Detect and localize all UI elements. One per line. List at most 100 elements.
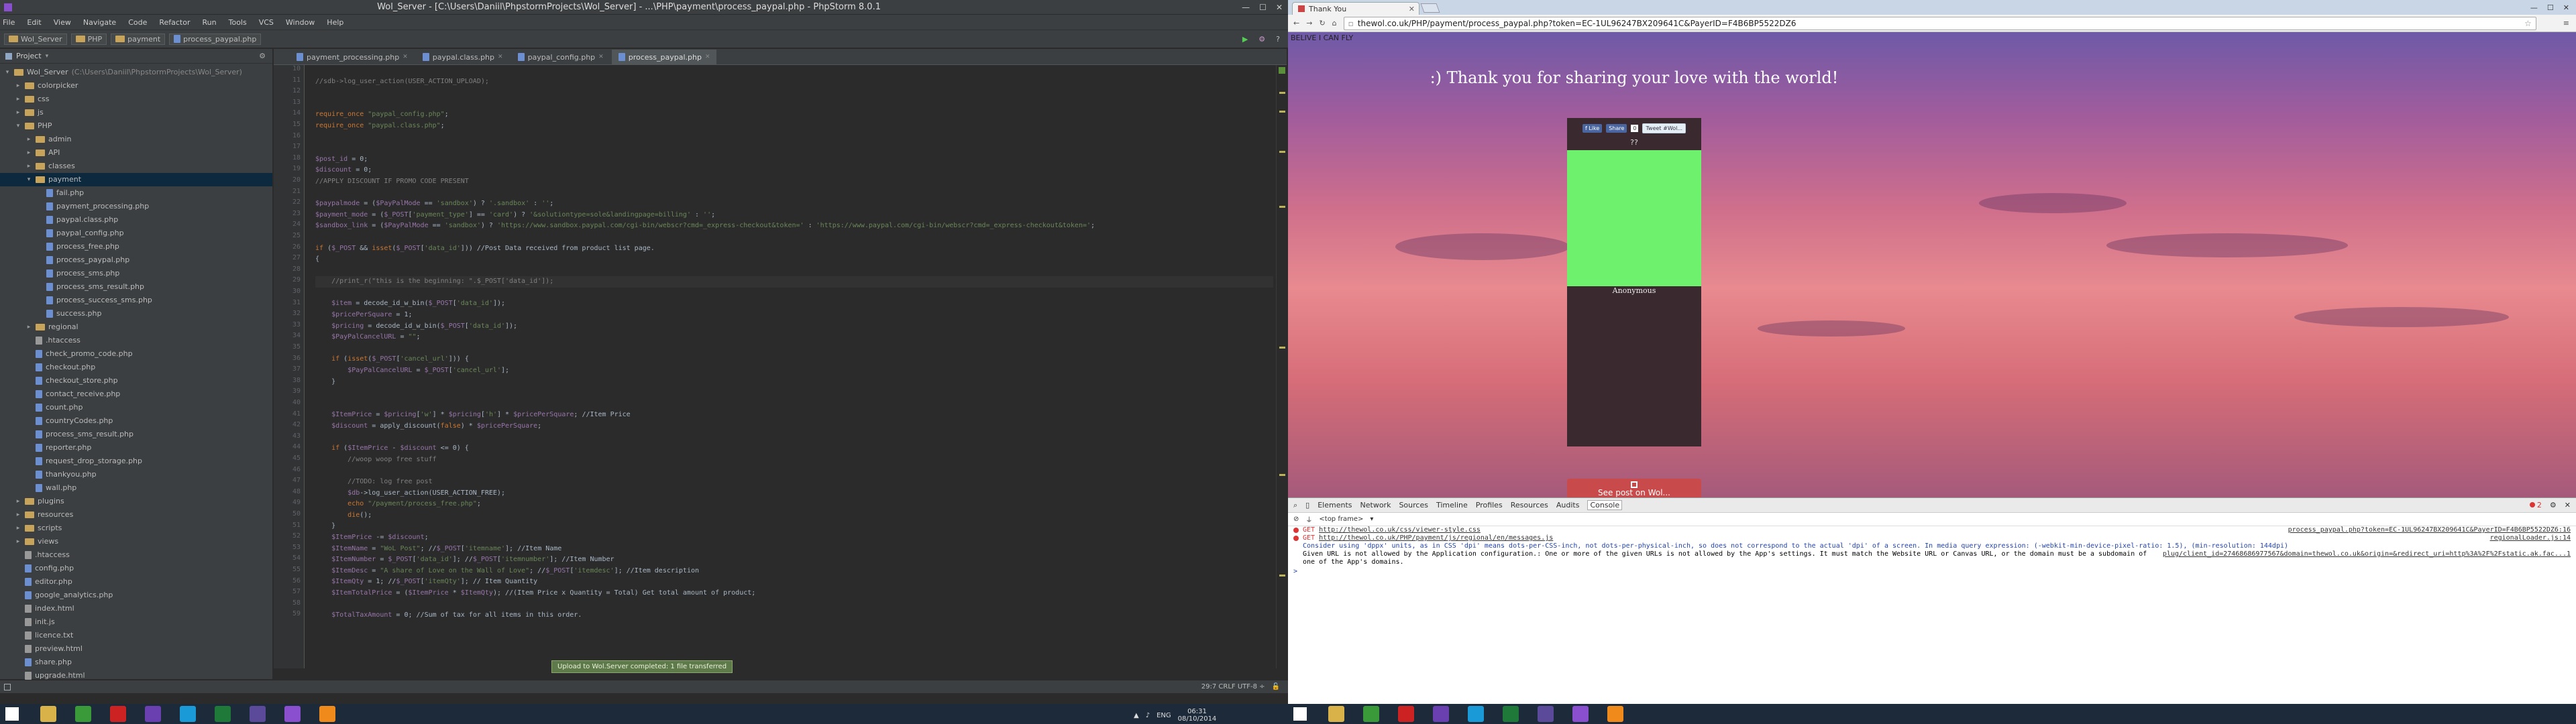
- tree-file[interactable]: payment_processing.php: [0, 200, 272, 213]
- breadcrumb-payment[interactable]: payment: [111, 33, 166, 45]
- browser-tab[interactable]: Thank You ✕: [1292, 2, 1419, 15]
- code-line[interactable]: $ItemNumber = $_POST['data_id']; //$_POS…: [315, 554, 1273, 566]
- menu-tools[interactable]: Tools: [229, 18, 247, 27]
- settings-gear-icon[interactable]: ⚙: [2550, 501, 2557, 509]
- menu-run[interactable]: Run: [203, 18, 217, 27]
- tree-folder[interactable]: ▾ payment: [0, 173, 272, 186]
- device-mode-icon[interactable]: ▯: [1305, 501, 1309, 509]
- clear-console-icon[interactable]: ⊘: [1293, 516, 1299, 523]
- menu-icon[interactable]: ≡: [2563, 19, 2569, 27]
- code-line[interactable]: [315, 599, 1273, 611]
- code-line[interactable]: die();: [315, 510, 1273, 522]
- tray-arrow-icon[interactable]: ▲: [1134, 712, 1139, 719]
- code-line[interactable]: $discount = apply_discount(false) * $pri…: [315, 421, 1273, 432]
- code-line[interactable]: [315, 132, 1273, 143]
- tree-file[interactable]: index.html: [0, 602, 272, 615]
- tree-file[interactable]: success.php: [0, 307, 272, 320]
- see-post-button[interactable]: See post on Wol...: [1567, 479, 1701, 497]
- code-line[interactable]: $pricing = decode_id_w_bin($_POST['data_…: [315, 321, 1273, 333]
- code-line[interactable]: if ($_POST && isset($_POST['data_id'])) …: [315, 243, 1273, 255]
- code-line[interactable]: [315, 87, 1273, 99]
- devtools-tab-audits[interactable]: Audits: [1556, 501, 1580, 509]
- tree-file[interactable]: contact_receive.php: [0, 387, 272, 401]
- console-url-link[interactable]: http://thewol.co.uk/css/viewer-style.css: [1319, 526, 1481, 534]
- filter-icon[interactable]: ⏚: [1305, 514, 1312, 524]
- minimize-icon[interactable]: —: [1242, 3, 1250, 12]
- home-icon[interactable]: ⌂: [1332, 19, 1337, 27]
- error-count-badge[interactable]: 2: [2529, 501, 2542, 509]
- code-line[interactable]: if ($ItemPrice - $discount <= 0) {: [315, 443, 1273, 455]
- code-line[interactable]: $PayPalCancelURL = $_POST['cancel_url'];: [315, 365, 1273, 377]
- tree-file[interactable]: paypal.class.php: [0, 213, 272, 227]
- chrome-icon[interactable]: [1363, 706, 1379, 722]
- tree-file[interactable]: checkout.php: [0, 361, 272, 374]
- skype-icon[interactable]: [180, 706, 196, 722]
- menu-vcs[interactable]: VCS: [259, 18, 274, 27]
- code-line[interactable]: [315, 188, 1273, 199]
- code-line[interactable]: [315, 65, 1273, 76]
- close-tab-icon[interactable]: ✕: [498, 54, 503, 60]
- devtools-tab-timeline[interactable]: Timeline: [1436, 501, 1468, 509]
- code-line[interactable]: $payment_mode = ($_POST['payment_type'] …: [315, 210, 1273, 221]
- code-line[interactable]: $sandbox_link = ($PayPalMode == 'sandbox…: [315, 221, 1273, 232]
- explorer-icon[interactable]: [1328, 706, 1344, 722]
- tree-folder[interactable]: ▸ scripts: [0, 522, 272, 535]
- code-line[interactable]: $ItemQty = 1; //$_POST['itemQty']; // It…: [315, 577, 1273, 588]
- facebook-like-button[interactable]: f Like: [1582, 123, 1603, 133]
- collapsed-arrow-icon[interactable]: ▸: [15, 79, 21, 93]
- explorer-icon[interactable]: [40, 706, 56, 722]
- code-line[interactable]: $paypalmode = ($PayPalMode == 'sandbox')…: [315, 198, 1273, 210]
- menu-edit[interactable]: Edit: [27, 18, 41, 27]
- code-line[interactable]: if (isset($_POST['cancel_url'])) {: [315, 354, 1273, 365]
- phpstorm-icon[interactable]: [284, 706, 301, 722]
- warning-mark[interactable]: [1279, 474, 1285, 476]
- close-tab-icon[interactable]: ✕: [598, 54, 604, 60]
- collapsed-arrow-icon[interactable]: ▸: [15, 535, 21, 548]
- address-bar[interactable]: ▫ thewol.co.uk/PHP/payment/process_paypa…: [1343, 16, 2536, 30]
- tree-file[interactable]: licence.txt: [0, 629, 272, 642]
- tree-file[interactable]: paypal_config.php: [0, 227, 272, 240]
- tree-folder[interactable]: ▸ plugins: [0, 495, 272, 508]
- opera-icon[interactable]: [110, 706, 126, 722]
- editor-tab[interactable]: process_paypal.php ✕: [611, 50, 717, 64]
- editor-tab[interactable]: paypal.class.php ✕: [415, 50, 510, 64]
- close-icon[interactable]: ✕: [2565, 501, 2571, 509]
- code-line[interactable]: //print_r("this is the beginning: ".$_PO…: [315, 276, 1273, 288]
- status-position[interactable]: 29:7 CRLF UTF-8 ÷: [1201, 683, 1265, 690]
- project-panel-label[interactable]: Project: [16, 52, 42, 60]
- tree-file[interactable]: count.php: [0, 401, 272, 414]
- visual-studio-icon[interactable]: [1433, 706, 1449, 722]
- tree-folder[interactable]: ▸ admin: [0, 133, 272, 146]
- chevron-down-icon[interactable]: ▾: [46, 53, 49, 60]
- collapsed-arrow-icon[interactable]: ▸: [25, 160, 32, 173]
- tree-file[interactable]: config.php: [0, 562, 272, 575]
- tree-file[interactable]: wall.php: [0, 481, 272, 495]
- tree-folder[interactable]: ▸ css: [0, 93, 272, 106]
- code-line[interactable]: }: [315, 521, 1273, 532]
- devtools-tab-profiles[interactable]: Profiles: [1476, 501, 1503, 509]
- devtools-tab-elements[interactable]: Elements: [1318, 501, 1352, 509]
- code-line[interactable]: $ItemDesc = "A share of Love on the Wall…: [315, 566, 1273, 577]
- tree-folder[interactable]: ▸ API: [0, 146, 272, 160]
- maximize-icon[interactable]: ☐: [2547, 3, 2554, 12]
- excel-icon[interactable]: [1503, 706, 1519, 722]
- menu-view[interactable]: View: [54, 18, 71, 27]
- tree-folder[interactable]: ▸ views: [0, 535, 272, 548]
- code-line[interactable]: [315, 387, 1273, 399]
- visual-studio-icon[interactable]: [145, 706, 161, 722]
- collapsed-arrow-icon[interactable]: ▸: [15, 106, 21, 119]
- console-source-link[interactable]: regionalLoader.js:14: [2490, 534, 2571, 542]
- close-tab-icon[interactable]: ✕: [1409, 5, 1415, 13]
- expanded-arrow-icon[interactable]: ▾: [15, 119, 21, 133]
- code-line[interactable]: $db->log_user_action(USER_ACTION_FREE);: [315, 488, 1273, 499]
- menu-window[interactable]: Window: [286, 18, 315, 27]
- bookmark-star-icon[interactable]: ☆: [2524, 19, 2532, 28]
- warning-mark[interactable]: [1279, 111, 1285, 113]
- skype-icon[interactable]: [1468, 706, 1484, 722]
- new-tab-button[interactable]: [1420, 3, 1440, 13]
- code-line[interactable]: $item = decode_id_w_bin($_POST['data_id'…: [315, 298, 1273, 310]
- collapsed-arrow-icon[interactable]: ▸: [25, 146, 32, 160]
- tree-folder[interactable]: ▸ resources: [0, 508, 272, 522]
- editor-tab[interactable]: paypal_config.php ✕: [511, 50, 610, 64]
- clock[interactable]: 06:31 08/10/2014: [1178, 708, 1217, 723]
